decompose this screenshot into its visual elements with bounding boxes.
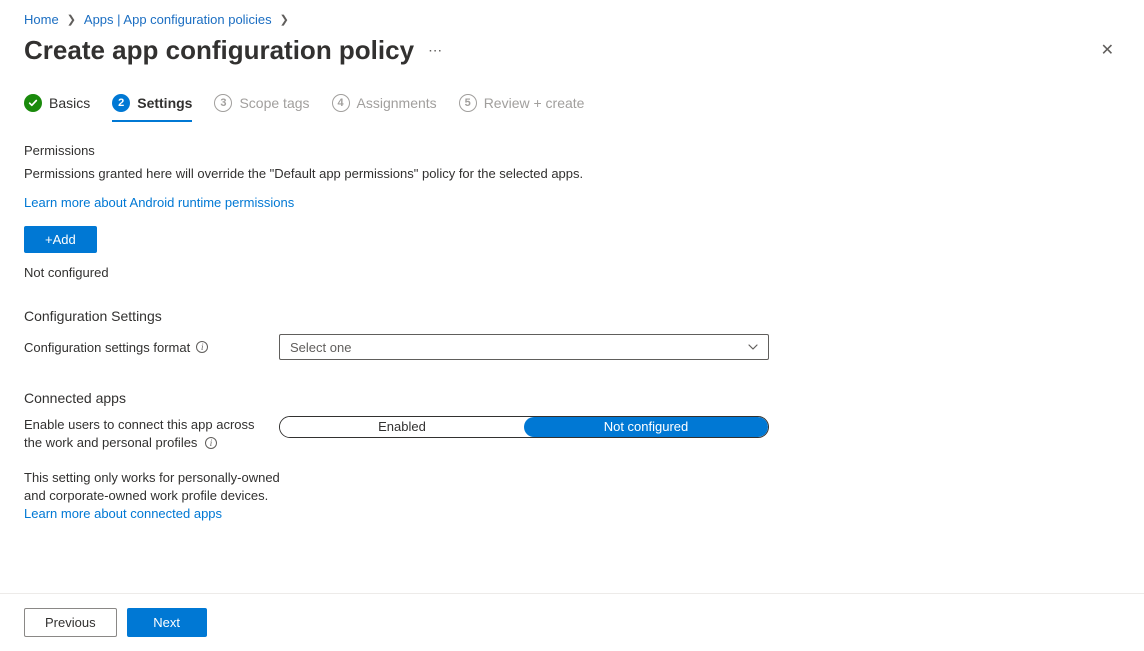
wizard-steps: Basics 2 Settings 3 Scope tags 4 Assignm… [24, 94, 1120, 123]
previous-button[interactable]: Previous [24, 608, 117, 637]
step-number-icon: 5 [459, 94, 477, 112]
info-icon[interactable]: i [196, 341, 208, 353]
step-label: Review + create [484, 95, 585, 111]
step-number-icon: 4 [332, 94, 350, 112]
connected-apps-toggle[interactable]: Enabled Not configured [279, 416, 769, 438]
step-basics[interactable]: Basics [24, 94, 90, 122]
close-button[interactable]: ✕ [1095, 37, 1120, 65]
more-actions-icon[interactable]: ⋯ [428, 42, 443, 59]
page-title: Create app configuration policy [24, 35, 414, 66]
step-label: Scope tags [239, 95, 309, 111]
learn-permissions-link[interactable]: Learn more about Android runtime permiss… [24, 195, 294, 210]
add-permission-button[interactable]: +Add [24, 226, 97, 253]
step-label: Assignments [357, 95, 437, 111]
chevron-right-icon: ❯ [278, 13, 291, 26]
permissions-heading: Permissions [24, 143, 1120, 158]
connected-toggle-label: Enable users to connect this app across … [24, 417, 255, 450]
step-review-create[interactable]: 5 Review + create [459, 94, 585, 122]
chevron-right-icon: ❯ [65, 13, 78, 26]
step-assignments[interactable]: 4 Assignments [332, 94, 437, 122]
step-label: Basics [49, 95, 90, 111]
next-button[interactable]: Next [127, 608, 207, 637]
breadcrumb-home[interactable]: Home [24, 12, 59, 27]
step-settings[interactable]: 2 Settings [112, 94, 192, 122]
toggle-option-not-configured[interactable]: Not configured [524, 417, 768, 437]
check-icon [24, 94, 42, 112]
config-format-label: Configuration settings format [24, 340, 190, 355]
step-label: Settings [137, 95, 192, 111]
config-settings-heading: Configuration Settings [24, 308, 1120, 324]
permissions-status: Not configured [24, 265, 1120, 280]
connected-apps-heading: Connected apps [24, 390, 1120, 406]
step-scope-tags[interactable]: 3 Scope tags [214, 94, 309, 122]
step-number-icon: 3 [214, 94, 232, 112]
breadcrumb-apps[interactable]: Apps | App configuration policies [84, 12, 272, 27]
connected-note: This setting only works for personally-o… [24, 469, 284, 524]
toggle-option-enabled[interactable]: Enabled [280, 417, 524, 437]
wizard-footer: Previous Next [0, 593, 1144, 651]
config-format-select[interactable]: Select one [279, 334, 769, 360]
learn-connected-link[interactable]: Learn more about connected apps [24, 506, 222, 521]
breadcrumb: Home ❯ Apps | App configuration policies… [24, 12, 1120, 27]
permissions-help-text: Permissions granted here will override t… [24, 166, 1120, 181]
step-number-icon: 2 [112, 94, 130, 112]
info-icon[interactable]: i [205, 437, 217, 449]
select-placeholder: Select one [290, 340, 351, 355]
